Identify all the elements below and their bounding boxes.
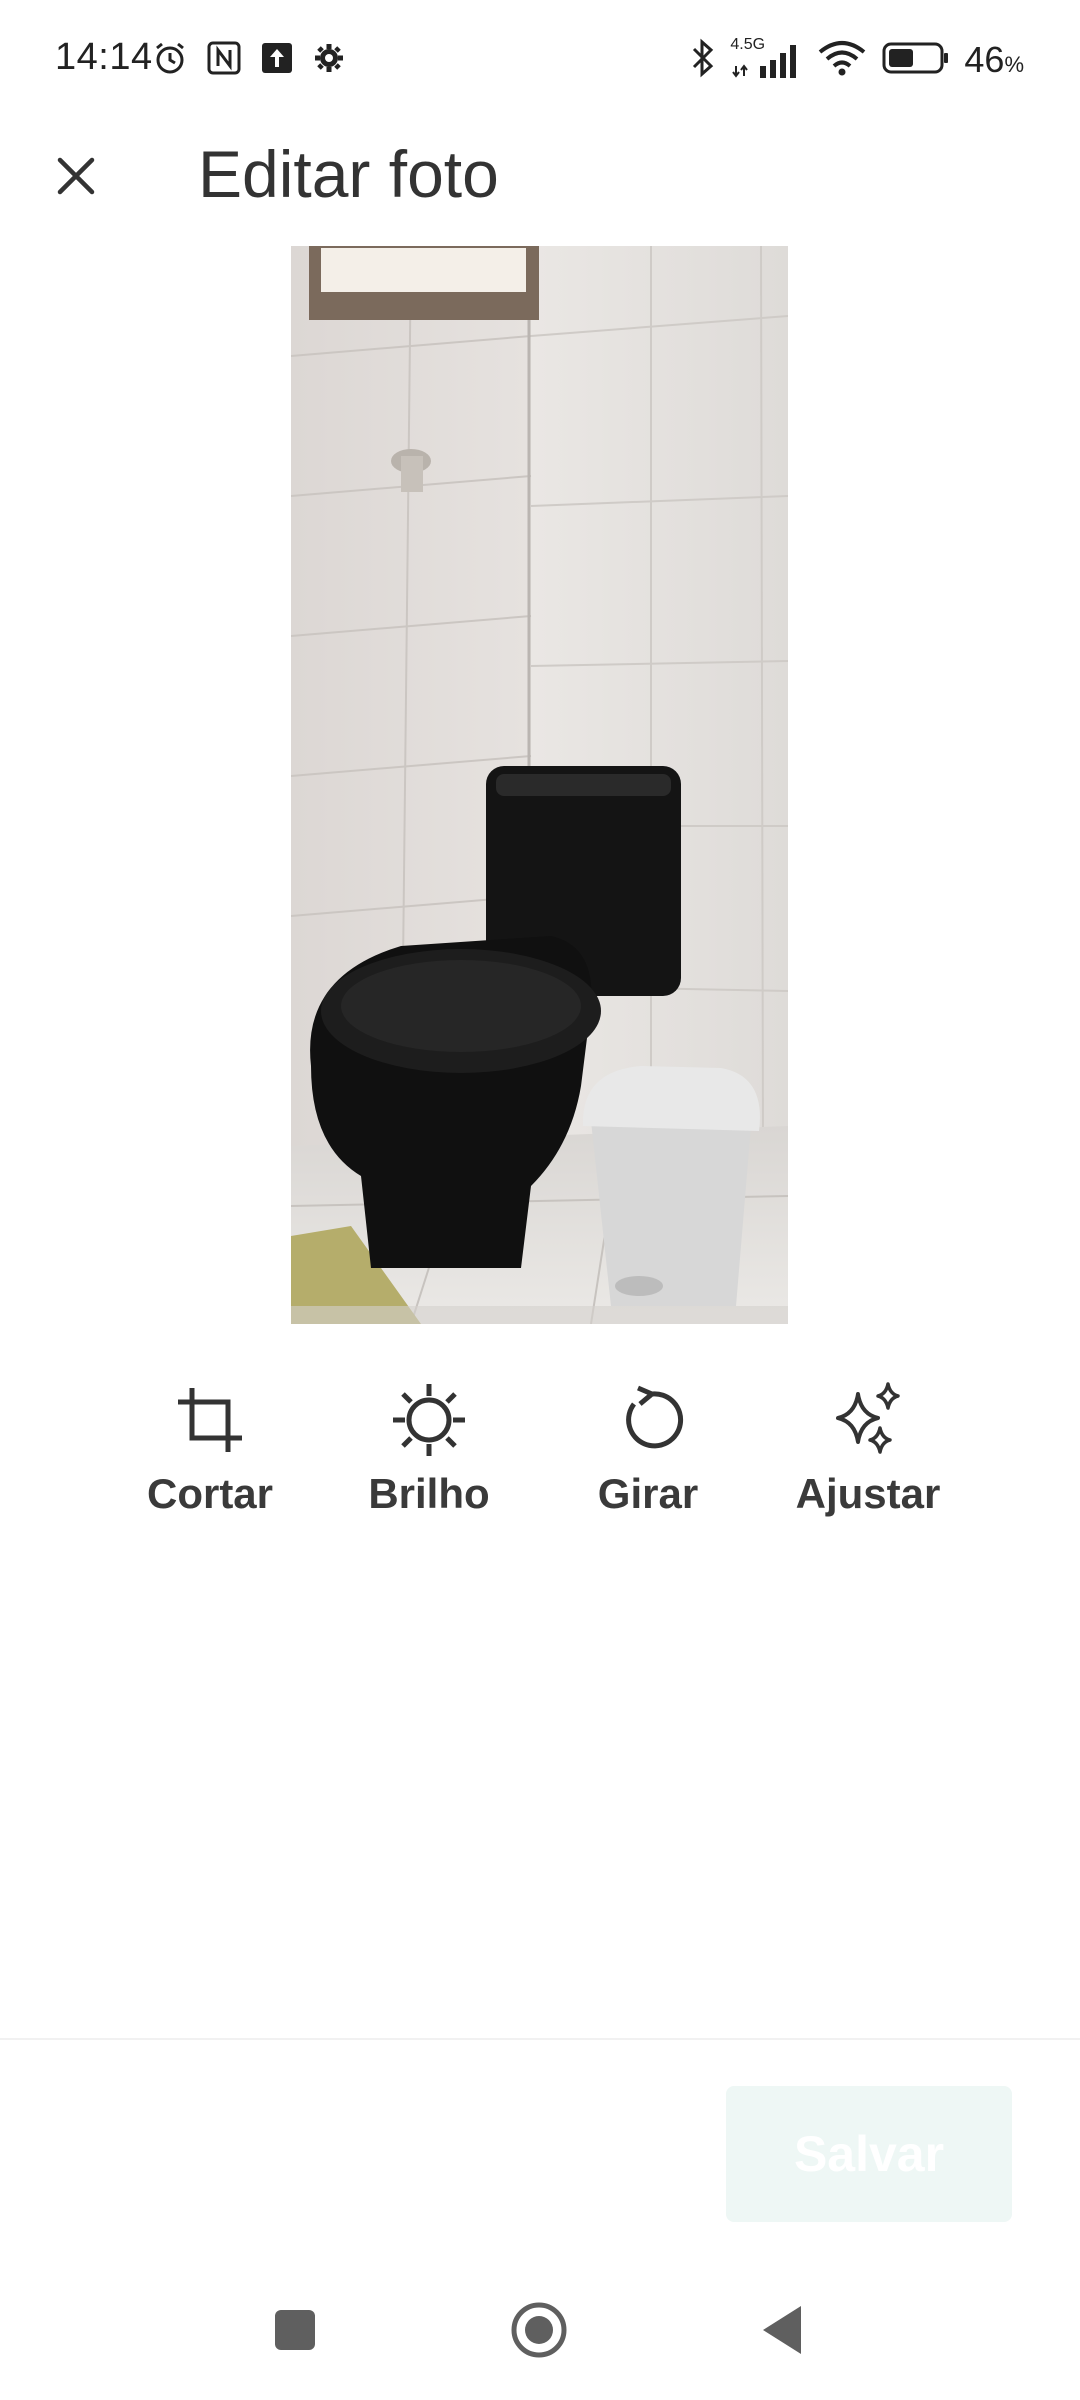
page-title: Editar foto xyxy=(198,137,499,211)
crop-tool-button[interactable]: Cortar xyxy=(125,1380,295,1550)
home-button[interactable] xyxy=(499,2290,579,2370)
alarm-icon xyxy=(152,40,188,81)
settings-icon xyxy=(312,41,346,80)
brightness-tool-label: Brilho xyxy=(368,1470,490,1517)
nfc-icon xyxy=(206,40,242,81)
rotate-icon xyxy=(608,1380,688,1460)
recents-icon xyxy=(275,2310,315,2350)
wifi-icon xyxy=(816,38,868,83)
save-button[interactable]: Salvar xyxy=(726,2086,1012,2222)
system-nav-bar xyxy=(0,2270,1080,2400)
photo-preview xyxy=(291,246,788,1324)
notification-icons xyxy=(152,38,346,82)
rotate-tool-label: Girar xyxy=(597,1470,699,1517)
rotate-tool-button[interactable]: Girar xyxy=(563,1380,733,1550)
battery-percent: 46% xyxy=(964,39,1024,80)
recents-button[interactable] xyxy=(255,2290,335,2370)
adjust-tool-button[interactable]: Ajustar xyxy=(783,1380,953,1550)
status-bar: 14:14 4.5G 46% xyxy=(0,0,1080,120)
upload-icon xyxy=(260,41,294,80)
battery-icon xyxy=(882,41,950,80)
status-time: 14:14 xyxy=(55,36,153,78)
close-icon xyxy=(57,157,95,195)
crop-icon xyxy=(170,1380,250,1460)
sparkle-icon xyxy=(828,1380,908,1460)
app-bar: Editar foto xyxy=(0,120,1080,230)
brightness-icon xyxy=(389,1380,469,1460)
footer-divider xyxy=(0,2038,1080,2040)
back-icon xyxy=(763,2306,801,2354)
close-button[interactable] xyxy=(40,140,112,212)
photo-image xyxy=(291,246,788,1324)
brightness-tool-button[interactable]: Brilho xyxy=(344,1380,514,1550)
crop-tool-label: Cortar xyxy=(146,1470,274,1517)
edit-toolbar: Cortar Brilho Girar Ajustar xyxy=(0,1380,1080,1550)
adjust-tool-label: Ajustar xyxy=(795,1470,941,1517)
back-button[interactable] xyxy=(742,2290,822,2370)
system-status: 4.5G 46% xyxy=(690,30,1024,90)
signal-icon: 4.5G xyxy=(730,36,802,80)
bluetooth-icon xyxy=(690,38,716,83)
home-icon xyxy=(511,2302,567,2358)
